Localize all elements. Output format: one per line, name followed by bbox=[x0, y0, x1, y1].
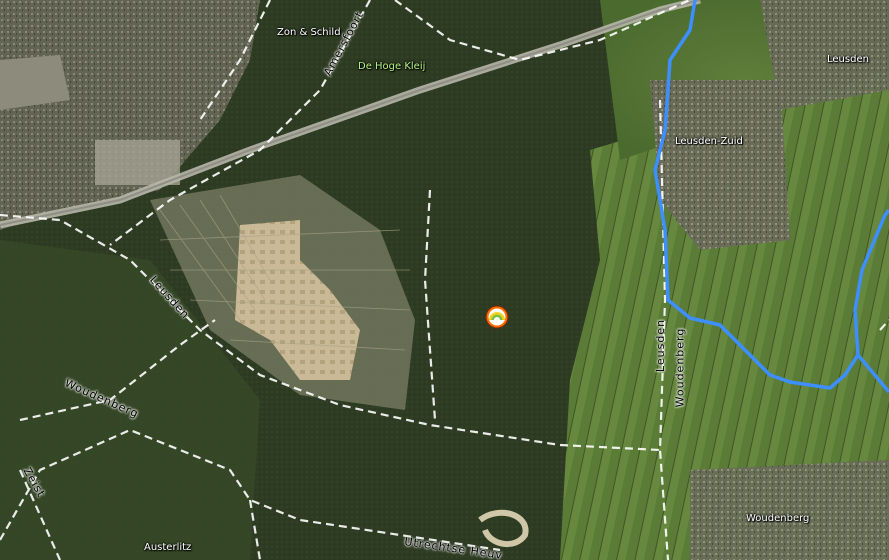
road-label-woudenberg-vertical: Woudenberg bbox=[673, 327, 687, 408]
place-label-austerlitz: Austerlitz bbox=[144, 542, 192, 553]
place-label-zon-schild: Zon & Schild bbox=[277, 27, 341, 38]
map-imagery bbox=[0, 0, 889, 560]
place-label-leusden: Leusden bbox=[827, 54, 869, 65]
place-label-woudenberg: Woudenberg bbox=[746, 513, 810, 524]
rainbow-location-icon[interactable] bbox=[485, 305, 509, 329]
satellite-map[interactable]: Zon & Schild De Hoge Kleij Leusden Leusd… bbox=[0, 0, 889, 560]
road-label-leusden-vertical: Leusden bbox=[654, 318, 668, 373]
place-label-de-hoge-kleij: De Hoge Kleij bbox=[358, 61, 426, 72]
place-label-leusden-zuid: Leusden-Zuid bbox=[675, 136, 743, 147]
